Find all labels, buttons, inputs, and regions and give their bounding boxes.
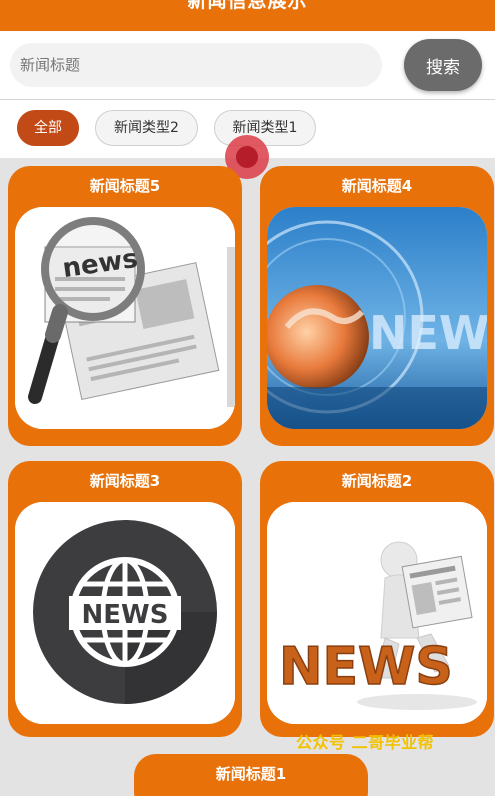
magnifier-newspaper-image: news [15, 207, 235, 429]
news-card[interactable]: 新闻标题2 NEWS [260, 461, 494, 737]
filter-chip-type1[interactable]: 新闻类型1 [214, 110, 316, 146]
app-header: 新闻信息展示 [0, 0, 495, 31]
svg-text:NEW: NEW [369, 306, 487, 360]
svg-text:NEWS: NEWS [82, 600, 169, 630]
news-globe-badge-image: NEWS [15, 502, 235, 724]
news-card[interactable]: 新闻标题4 NEW [260, 166, 494, 446]
news-card-title: 新闻标题5 [89, 177, 161, 195]
3d-figure-reading-news-image: NEWS [267, 502, 487, 724]
svg-text:NEWS: NEWS [279, 637, 453, 697]
search-button[interactable]: 搜索 [404, 39, 482, 91]
page-title: 新闻信息展示 [187, 0, 308, 12]
search-input[interactable] [10, 43, 382, 87]
news-card-title: 新闻标题3 [89, 472, 161, 490]
news-card[interactable]: 新闻标题5 news [8, 166, 242, 446]
news-card-title: 新闻标题2 [341, 472, 413, 490]
news-card[interactable]: 新闻标题3 NEWS [8, 461, 242, 737]
news-card[interactable]: 新闻标题1 [134, 754, 368, 796]
filter-chip-all[interactable]: 全部 [17, 110, 79, 146]
filter-chip-type2[interactable]: 新闻类型2 [95, 110, 198, 146]
search-bar: 搜索 [0, 31, 495, 99]
news-card-title: 新闻标题1 [215, 765, 287, 783]
watermark-text: 公众号 二哥毕业帮 [296, 733, 435, 752]
globe-news-image: NEW [267, 207, 487, 429]
news-card-title: 新闻标题4 [341, 177, 413, 195]
